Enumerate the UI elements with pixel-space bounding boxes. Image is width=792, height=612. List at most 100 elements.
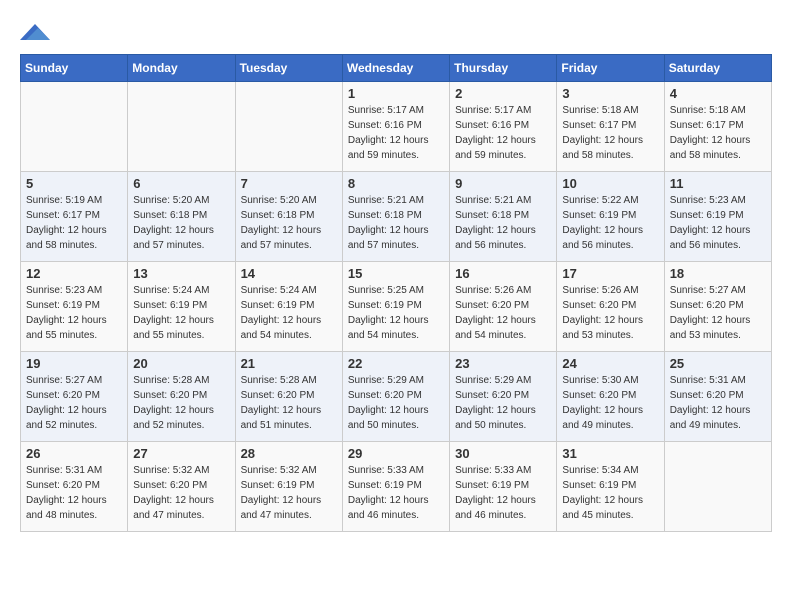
calendar-cell: 3 Sunrise: 5:18 AM Sunset: 6:17 PM Daylig… (557, 82, 664, 172)
day-number: 24 (562, 356, 658, 371)
calendar-cell: 12Sunrise: 5:23 AM Sunset: 6:19 PM Dayli… (21, 262, 128, 352)
day-info: Sunrise: 5:20 AM Sunset: 6:18 PM Dayligh… (241, 193, 337, 253)
calendar-table: SundayMondayTuesdayWednesdayThursdayFrid… (20, 54, 772, 532)
calendar-cell: 17 Sunrise: 5:26 AM Sunset: 6:20 PM Dayli… (557, 262, 664, 352)
day-number: 2 (455, 86, 551, 101)
calendar-body: 1Sunrise: 5:17 AM Sunset: 6:16 PM Daylig… (21, 82, 772, 532)
calendar-cell: 6 Sunrise: 5:20 AM Sunset: 6:18 PM Daylig… (128, 172, 235, 262)
calendar-cell: 22 Sunrise: 5:29 AM Sunset: 6:20 PM Dayli… (342, 352, 449, 442)
week-row-3: 12Sunrise: 5:23 AM Sunset: 6:19 PM Dayli… (21, 262, 772, 352)
day-number: 14 (241, 266, 337, 281)
day-number: 18 (670, 266, 766, 281)
day-info: Sunrise: 5:24 AM Sunset: 6:19 PM Dayligh… (241, 283, 337, 343)
day-info: Sunrise: 5:29 AM Sunset: 6:20 PM Dayligh… (455, 373, 551, 433)
header-cell-friday: Friday (557, 55, 664, 82)
calendar-cell: 31 Sunrise: 5:34 AM Sunset: 6:19 PM Dayli… (557, 442, 664, 532)
calendar-cell: 9Sunrise: 5:21 AM Sunset: 6:18 PM Daylig… (450, 172, 557, 262)
calendar-cell: 26 Sunrise: 5:31 AM Sunset: 6:20 PM Dayli… (21, 442, 128, 532)
calendar-header: SundayMondayTuesdayWednesdayThursdayFrid… (21, 55, 772, 82)
day-info: Sunrise: 5:28 AM Sunset: 6:20 PM Dayligh… (133, 373, 229, 433)
day-number: 4 (670, 86, 766, 101)
day-info: Sunrise: 5:28 AM Sunset: 6:20 PM Dayligh… (241, 373, 337, 433)
day-number: 30 (455, 446, 551, 461)
day-info: Sunrise: 5:34 AM Sunset: 6:19 PM Dayligh… (562, 463, 658, 523)
logo-icon (20, 20, 50, 44)
day-number: 3 (562, 86, 658, 101)
day-info: Sunrise: 5:31 AM Sunset: 6:20 PM Dayligh… (26, 463, 122, 523)
day-number: 15 (348, 266, 444, 281)
day-info: Sunrise: 5:29 AM Sunset: 6:20 PM Dayligh… (348, 373, 444, 433)
calendar-cell: 20 Sunrise: 5:28 AM Sunset: 6:20 PM Dayli… (128, 352, 235, 442)
calendar-cell: 1Sunrise: 5:17 AM Sunset: 6:16 PM Daylig… (342, 82, 449, 172)
day-info: Sunrise: 5:31 AM Sunset: 6:20 PM Dayligh… (670, 373, 766, 433)
day-number: 8 (348, 176, 444, 191)
day-number: 19 (26, 356, 122, 371)
calendar-cell: 25 Sunrise: 5:31 AM Sunset: 6:20 PM Dayli… (664, 352, 771, 442)
calendar-cell: 4 Sunrise: 5:18 AM Sunset: 6:17 PM Daylig… (664, 82, 771, 172)
day-info: Sunrise: 5:21 AM Sunset: 6:18 PM Dayligh… (348, 193, 444, 253)
header-cell-monday: Monday (128, 55, 235, 82)
day-info: Sunrise: 5:24 AM Sunset: 6:19 PM Dayligh… (133, 283, 229, 343)
day-info: Sunrise: 5:30 AM Sunset: 6:20 PM Dayligh… (562, 373, 658, 433)
day-info: Sunrise: 5:32 AM Sunset: 6:20 PM Dayligh… (133, 463, 229, 523)
day-number: 31 (562, 446, 658, 461)
calendar-cell: 2Sunrise: 5:17 AM Sunset: 6:16 PM Daylig… (450, 82, 557, 172)
day-info: Sunrise: 5:33 AM Sunset: 6:19 PM Dayligh… (348, 463, 444, 523)
calendar-cell: 27 Sunrise: 5:32 AM Sunset: 6:20 PM Dayli… (128, 442, 235, 532)
day-number: 28 (241, 446, 337, 461)
day-number: 7 (241, 176, 337, 191)
day-number: 20 (133, 356, 229, 371)
calendar-cell: 19 Sunrise: 5:27 AM Sunset: 6:20 PM Dayli… (21, 352, 128, 442)
day-number: 13 (133, 266, 229, 281)
day-number: 29 (348, 446, 444, 461)
day-number: 27 (133, 446, 229, 461)
calendar-cell: 13 Sunrise: 5:24 AM Sunset: 6:19 PM Dayli… (128, 262, 235, 352)
day-info: Sunrise: 5:26 AM Sunset: 6:20 PM Dayligh… (455, 283, 551, 343)
day-number: 6 (133, 176, 229, 191)
day-number: 11 (670, 176, 766, 191)
day-number: 22 (348, 356, 444, 371)
page-header (20, 20, 772, 44)
day-number: 5 (26, 176, 122, 191)
calendar-cell (235, 82, 342, 172)
day-info: Sunrise: 5:32 AM Sunset: 6:19 PM Dayligh… (241, 463, 337, 523)
day-info: Sunrise: 5:27 AM Sunset: 6:20 PM Dayligh… (670, 283, 766, 343)
week-row-4: 19 Sunrise: 5:27 AM Sunset: 6:20 PM Dayli… (21, 352, 772, 442)
day-info: Sunrise: 5:23 AM Sunset: 6:19 PM Dayligh… (26, 283, 122, 343)
calendar-cell: 18 Sunrise: 5:27 AM Sunset: 6:20 PM Dayli… (664, 262, 771, 352)
day-info: Sunrise: 5:22 AM Sunset: 6:19 PM Dayligh… (562, 193, 658, 253)
day-number: 26 (26, 446, 122, 461)
day-info: Sunrise: 5:21 AM Sunset: 6:18 PM Dayligh… (455, 193, 551, 253)
calendar-cell: 14 Sunrise: 5:24 AM Sunset: 6:19 PM Dayli… (235, 262, 342, 352)
day-info: Sunrise: 5:20 AM Sunset: 6:18 PM Dayligh… (133, 193, 229, 253)
day-info: Sunrise: 5:18 AM Sunset: 6:17 PM Dayligh… (670, 103, 766, 163)
header-cell-wednesday: Wednesday (342, 55, 449, 82)
calendar-cell: 7 Sunrise: 5:20 AM Sunset: 6:18 PM Daylig… (235, 172, 342, 262)
calendar-cell: 15Sunrise: 5:25 AM Sunset: 6:19 PM Dayli… (342, 262, 449, 352)
day-number: 23 (455, 356, 551, 371)
header-cell-saturday: Saturday (664, 55, 771, 82)
day-info: Sunrise: 5:27 AM Sunset: 6:20 PM Dayligh… (26, 373, 122, 433)
calendar-cell: 21Sunrise: 5:28 AM Sunset: 6:20 PM Dayli… (235, 352, 342, 442)
day-info: Sunrise: 5:26 AM Sunset: 6:20 PM Dayligh… (562, 283, 658, 343)
day-number: 10 (562, 176, 658, 191)
header-cell-tuesday: Tuesday (235, 55, 342, 82)
day-info: Sunrise: 5:33 AM Sunset: 6:19 PM Dayligh… (455, 463, 551, 523)
calendar-cell: 10 Sunrise: 5:22 AM Sunset: 6:19 PM Dayli… (557, 172, 664, 262)
day-number: 25 (670, 356, 766, 371)
day-info: Sunrise: 5:18 AM Sunset: 6:17 PM Dayligh… (562, 103, 658, 163)
day-info: Sunrise: 5:19 AM Sunset: 6:17 PM Dayligh… (26, 193, 122, 253)
day-info: Sunrise: 5:23 AM Sunset: 6:19 PM Dayligh… (670, 193, 766, 253)
calendar-cell: 30 Sunrise: 5:33 AM Sunset: 6:19 PM Dayli… (450, 442, 557, 532)
calendar-cell: 28 Sunrise: 5:32 AM Sunset: 6:19 PM Dayli… (235, 442, 342, 532)
calendar-cell: 23 Sunrise: 5:29 AM Sunset: 6:20 PM Dayli… (450, 352, 557, 442)
logo (20, 20, 56, 44)
header-cell-sunday: Sunday (21, 55, 128, 82)
header-cell-thursday: Thursday (450, 55, 557, 82)
day-number: 17 (562, 266, 658, 281)
day-number: 1 (348, 86, 444, 101)
week-row-1: 1Sunrise: 5:17 AM Sunset: 6:16 PM Daylig… (21, 82, 772, 172)
week-row-2: 5 Sunrise: 5:19 AM Sunset: 6:17 PM Daylig… (21, 172, 772, 262)
header-row: SundayMondayTuesdayWednesdayThursdayFrid… (21, 55, 772, 82)
day-number: 16 (455, 266, 551, 281)
